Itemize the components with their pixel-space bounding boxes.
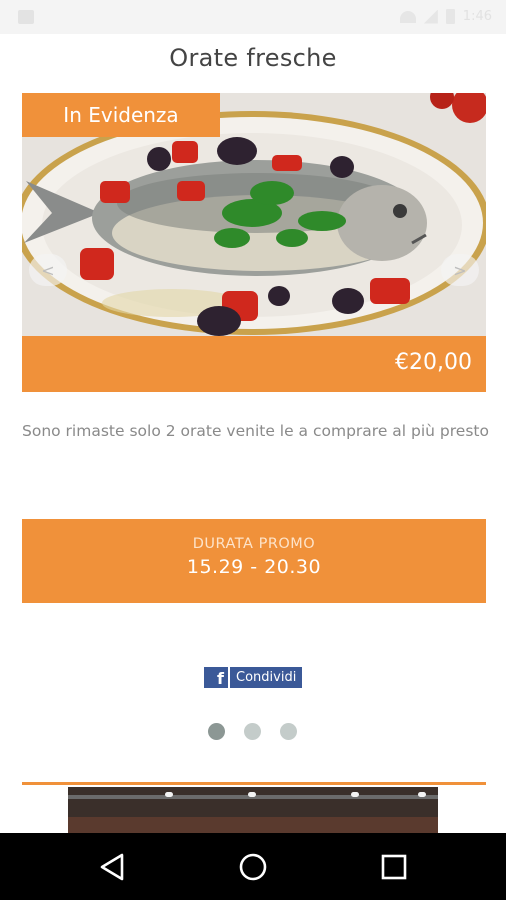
recents-icon[interactable] [378,851,410,883]
image-lamp [165,792,173,797]
battery-icon [445,9,455,24]
status-time: 1:46 [462,9,492,24]
share-label: Condividi [230,667,303,688]
pagination-dots [208,723,297,740]
next-arrow-button[interactable]: > [441,254,479,286]
offer-description: Sono rimaste solo 2 orate venite le a co… [22,422,489,440]
page-title: Orate fresche [169,44,337,72]
signal-icon [423,9,438,24]
facebook-icon: f [204,667,228,688]
page-dot[interactable] [208,723,225,740]
offer-price: €20,00 [395,350,472,375]
notification-icon [18,10,34,24]
image-floor [68,817,438,833]
promo-label: DURATA PROMO [192,536,316,552]
image-lamp [248,792,256,797]
previous-arrow-button[interactable]: < [29,254,67,286]
facebook-share-button[interactable]: f Condividi [204,667,303,688]
next-offer-image[interactable] [68,787,438,833]
card-divider [22,782,486,785]
home-icon[interactable] [237,851,269,883]
price-bar: €20,00 [22,336,486,392]
image-lamp [418,792,426,797]
page-dot[interactable] [280,723,297,740]
back-icon[interactable] [98,851,130,883]
page-dot[interactable] [244,723,261,740]
status-bar: 1:46 [0,0,506,34]
promo-duration-box: DURATA PROMO 15.29 - 20.30 [22,519,486,603]
status-icons: 1:46 [399,9,492,24]
wifi-icon [399,10,416,23]
image-lamp [351,792,359,797]
promo-time-range: 15.29 - 20.30 [186,556,322,578]
featured-badge: In Evidenza [22,93,220,137]
system-navigation-bar [0,833,506,900]
